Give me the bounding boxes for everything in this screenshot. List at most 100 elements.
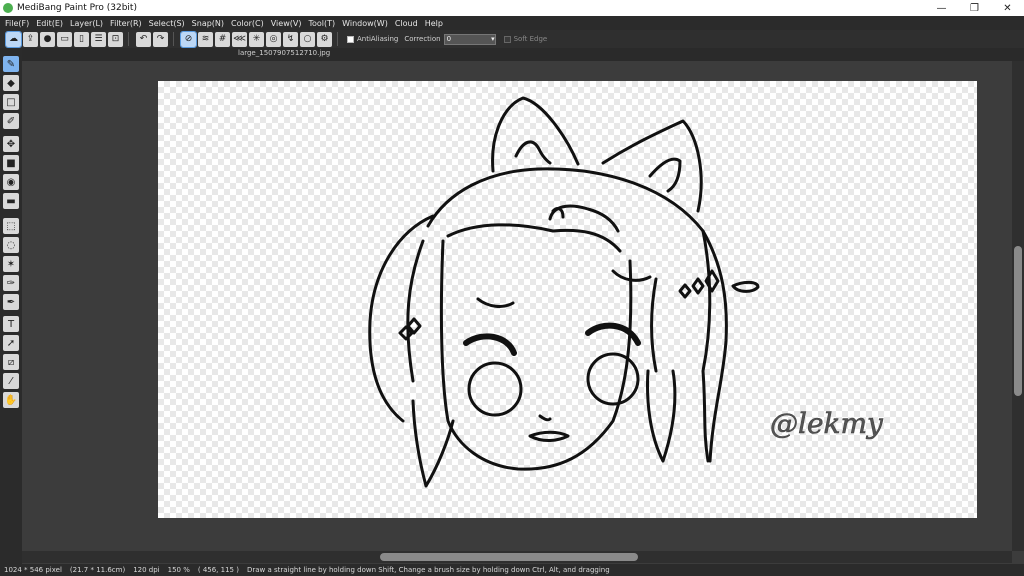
toolbar: ☁ ⇪ ● ▭ ▯ ☰ ⊡ ↶ ↷ ⊘ ≋ # ⋘ ✳ ◎ ↯ ○ ⚙ Anti… [0, 30, 1024, 48]
share-icon[interactable]: ⇪ [23, 31, 38, 47]
minimize-button[interactable]: — [925, 0, 958, 16]
menu-layer[interactable]: Layer(L) [70, 19, 103, 28]
left-ear [491, 96, 580, 173]
status-physical-size: (21.7 * 11.6cm) [69, 566, 126, 574]
brush-tool-icon[interactable]: ✎ [3, 56, 19, 72]
right-diamond-3 [678, 283, 692, 299]
hair-right-tip [646, 369, 677, 463]
vertical-scrollbar[interactable] [1012, 61, 1024, 551]
head-outline [426, 167, 712, 463]
status-hint: Draw a straight line by holding down Shi… [246, 566, 610, 574]
fill-rect-tool-icon[interactable]: ■ [3, 155, 19, 171]
operation-tool-icon[interactable]: ➚ [3, 335, 19, 351]
left-eye [467, 361, 523, 417]
snap-ring-icon[interactable]: ○ [300, 31, 315, 47]
undo-icon[interactable]: ↶ [136, 31, 151, 47]
comment-icon[interactable]: ▭ [57, 31, 72, 47]
snap-radial-icon[interactable]: ✳ [249, 31, 264, 47]
menu-window[interactable]: Window(W) [342, 19, 388, 28]
window-controls: — ❐ ✕ [925, 0, 1024, 16]
document-tab[interactable]: large_1507907512710.jpg [232, 49, 336, 60]
chevron-down-icon: ▾ [491, 35, 495, 43]
right-ear [601, 119, 703, 213]
select-eraser-tool-icon[interactable]: ✒ [3, 294, 19, 310]
status-coordinates: ( 456, 115 ) [197, 566, 239, 574]
window-title: MediBang Paint Pro (32bit) [17, 3, 137, 13]
page-icon[interactable]: ▯ [74, 31, 89, 47]
menu-view[interactable]: View(V) [271, 19, 302, 28]
layers-icon[interactable]: ☰ [91, 31, 106, 47]
menu-cloud[interactable]: Cloud [395, 19, 418, 28]
lasso-tool-icon[interactable]: ◌ [3, 237, 19, 253]
menu-filter[interactable]: Filter(R) [110, 19, 142, 28]
menu-snap[interactable]: Snap(N) [192, 19, 224, 28]
snap-settings-icon[interactable]: ⚙ [317, 31, 332, 47]
right-ear-inner [648, 157, 682, 193]
dot-tool-icon[interactable]: ✐ [3, 113, 19, 129]
select-pen-tool-icon[interactable]: ✑ [3, 275, 19, 291]
side-mark [731, 280, 760, 293]
horizontal-scrollbar[interactable] [22, 551, 1012, 563]
shape-tool-icon[interactable]: □ [3, 94, 19, 110]
speech-bubble-icon[interactable]: ● [40, 31, 55, 47]
redo-icon[interactable]: ↷ [153, 31, 168, 47]
status-bar: 1024 * 546 pixel (21.7 * 11.6cm) 120 dpi… [0, 564, 1024, 576]
snap-off-icon[interactable]: ⊘ [180, 30, 197, 48]
close-button[interactable]: ✕ [991, 0, 1024, 16]
right-eye [586, 352, 640, 406]
horizontal-scroll-thumb[interactable] [380, 553, 638, 561]
toolbar-divider [337, 32, 338, 46]
soft-edge-label: Soft Edge [513, 35, 548, 43]
toolbar-divider [128, 32, 129, 46]
hair-left-strand [406, 239, 425, 383]
gradient-tool-icon[interactable]: ▬ [3, 193, 19, 209]
nose [538, 414, 552, 422]
correction-value: 0 [446, 35, 452, 43]
document-tab-strip: large_1507907512710.jpg [22, 48, 1024, 61]
eraser-tool-icon[interactable]: ◆ [3, 75, 19, 91]
right-diamond-1 [691, 277, 705, 295]
status-dpi: 120 dpi [133, 566, 160, 574]
cloud-icon[interactable]: ☁ [5, 30, 22, 48]
correction-select[interactable]: 0 ▾ [443, 33, 496, 45]
left-closed-lid [476, 297, 515, 308]
status-zoom: 150 % [167, 566, 190, 574]
soft-edge-checkbox[interactable] [503, 35, 511, 43]
maximize-button[interactable]: ❐ [958, 0, 991, 16]
antialiasing-checkbox[interactable] [347, 35, 354, 43]
menu-help[interactable]: Help [425, 19, 443, 28]
snap-parallel-icon[interactable]: ≋ [198, 31, 213, 47]
divide-tool-icon[interactable]: ⧄ [3, 354, 19, 370]
move-tool-icon[interactable]: ✥ [3, 136, 19, 152]
eyedropper-tool-icon[interactable]: ⁄ [3, 373, 19, 389]
snap-grid-icon[interactable]: # [215, 31, 230, 47]
drawing-canvas[interactable]: @lekmy [158, 81, 977, 518]
mouth [528, 430, 570, 442]
artist-signature: @lekmy [770, 407, 884, 440]
correction-label: Correction [404, 35, 441, 43]
hair-left [368, 214, 435, 423]
bucket-tool-icon[interactable]: ◉ [3, 174, 19, 190]
magic-wand-tool-icon[interactable]: ✶ [3, 256, 19, 272]
bangs-left [446, 223, 622, 253]
menu-file[interactable]: File(F) [5, 19, 29, 28]
export-icon[interactable]: ⊡ [108, 31, 123, 47]
hair-right-strand [650, 277, 658, 373]
vertical-scroll-thumb[interactable] [1014, 246, 1022, 396]
app-logo-icon [3, 3, 13, 13]
snap-curve-icon[interactable]: ↯ [283, 31, 298, 47]
menu-color[interactable]: Color(C) [231, 19, 264, 28]
status-image-size: 1024 * 546 pixel [4, 566, 62, 574]
menu-edit[interactable]: Edit(E) [36, 19, 63, 28]
antialiasing-label: AntiAliasing [357, 35, 399, 43]
menu-tool[interactable]: Tool(T) [308, 19, 335, 28]
menu-bar: File(F) Edit(E) Layer(L) Filter(R) Selec… [0, 16, 1024, 30]
text-tool-icon[interactable]: T [3, 316, 19, 332]
left-ear-inner [514, 140, 552, 165]
select-rect-tool-icon[interactable]: ⬚ [3, 218, 19, 234]
tool-palette: ✎ ◆ □ ✐ ✥ ■ ◉ ▬ ⬚ ◌ ✶ ✑ ✒ T ➚ ⧄ ⁄ ✋ [0, 48, 22, 564]
menu-select[interactable]: Select(S) [149, 19, 185, 28]
hand-tool-icon[interactable]: ✋ [3, 392, 19, 408]
snap-perspective-icon[interactable]: ⋘ [232, 31, 247, 47]
snap-circle-icon[interactable]: ◎ [266, 31, 281, 47]
